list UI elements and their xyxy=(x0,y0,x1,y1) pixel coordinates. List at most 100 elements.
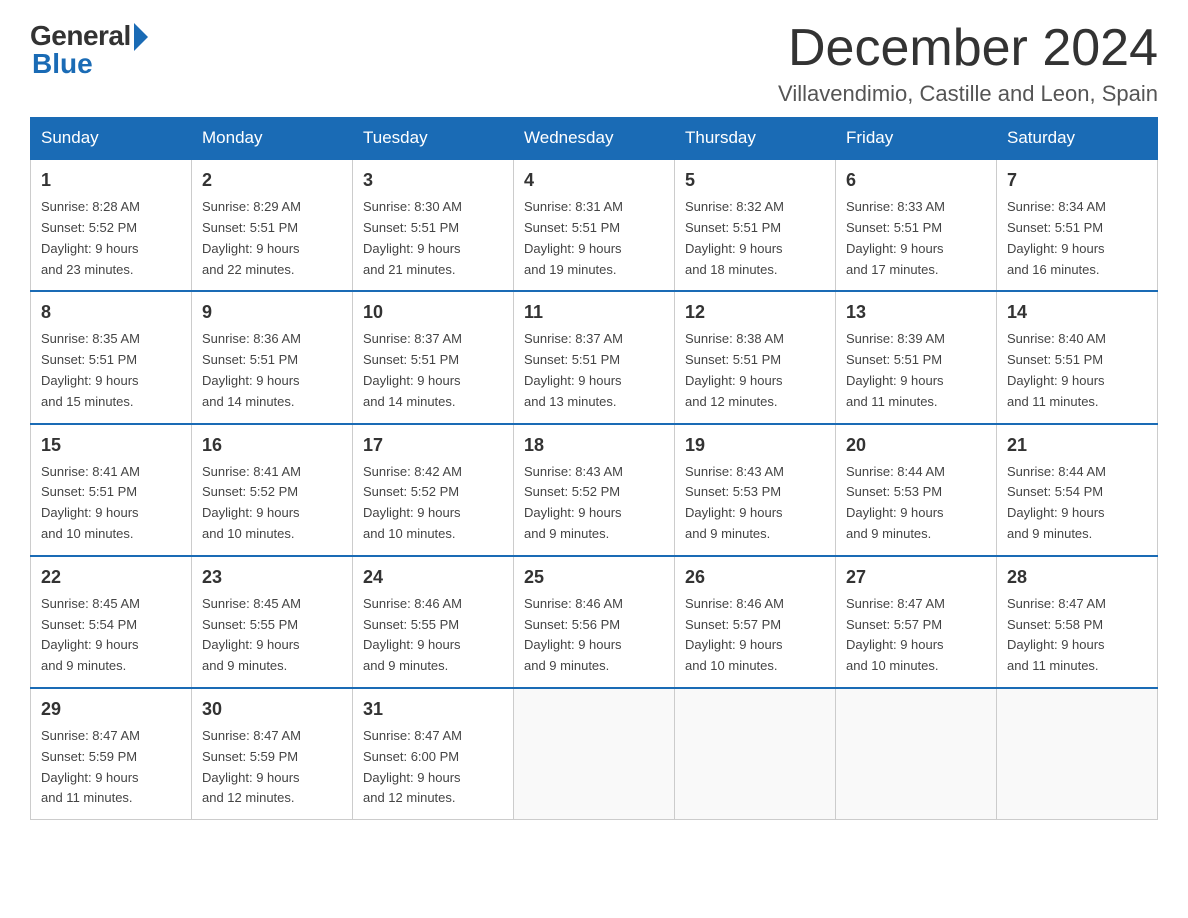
calendar-cell xyxy=(514,688,675,820)
calendar-cell: 3 Sunrise: 8:30 AMSunset: 5:51 PMDayligh… xyxy=(353,159,514,291)
calendar-cell: 12 Sunrise: 8:38 AMSunset: 5:51 PMDaylig… xyxy=(675,291,836,423)
day-info: Sunrise: 8:41 AMSunset: 5:51 PMDaylight:… xyxy=(41,464,140,541)
calendar-cell: 24 Sunrise: 8:46 AMSunset: 5:55 PMDaylig… xyxy=(353,556,514,688)
day-info: Sunrise: 8:47 AMSunset: 5:59 PMDaylight:… xyxy=(202,728,301,805)
day-number: 8 xyxy=(41,299,181,326)
day-number: 6 xyxy=(846,167,986,194)
calendar-cell: 20 Sunrise: 8:44 AMSunset: 5:53 PMDaylig… xyxy=(836,424,997,556)
day-number: 14 xyxy=(1007,299,1147,326)
day-number: 11 xyxy=(524,299,664,326)
day-info: Sunrise: 8:40 AMSunset: 5:51 PMDaylight:… xyxy=(1007,331,1106,408)
calendar-cell xyxy=(997,688,1158,820)
day-number: 19 xyxy=(685,432,825,459)
day-info: Sunrise: 8:39 AMSunset: 5:51 PMDaylight:… xyxy=(846,331,945,408)
calendar-cell: 1 Sunrise: 8:28 AMSunset: 5:52 PMDayligh… xyxy=(31,159,192,291)
day-number: 12 xyxy=(685,299,825,326)
day-info: Sunrise: 8:44 AMSunset: 5:54 PMDaylight:… xyxy=(1007,464,1106,541)
calendar-week-row: 15 Sunrise: 8:41 AMSunset: 5:51 PMDaylig… xyxy=(31,424,1158,556)
calendar-cell: 28 Sunrise: 8:47 AMSunset: 5:58 PMDaylig… xyxy=(997,556,1158,688)
day-number: 16 xyxy=(202,432,342,459)
day-number: 7 xyxy=(1007,167,1147,194)
day-info: Sunrise: 8:29 AMSunset: 5:51 PMDaylight:… xyxy=(202,199,301,276)
calendar-cell: 9 Sunrise: 8:36 AMSunset: 5:51 PMDayligh… xyxy=(192,291,353,423)
calendar-cell: 7 Sunrise: 8:34 AMSunset: 5:51 PMDayligh… xyxy=(997,159,1158,291)
day-number: 10 xyxy=(363,299,503,326)
day-number: 31 xyxy=(363,696,503,723)
calendar-cell: 25 Sunrise: 8:46 AMSunset: 5:56 PMDaylig… xyxy=(514,556,675,688)
calendar-cell: 15 Sunrise: 8:41 AMSunset: 5:51 PMDaylig… xyxy=(31,424,192,556)
day-info: Sunrise: 8:47 AMSunset: 5:58 PMDaylight:… xyxy=(1007,596,1106,673)
day-info: Sunrise: 8:42 AMSunset: 5:52 PMDaylight:… xyxy=(363,464,462,541)
day-number: 29 xyxy=(41,696,181,723)
weekday-header-sunday: Sunday xyxy=(31,118,192,160)
calendar-cell: 11 Sunrise: 8:37 AMSunset: 5:51 PMDaylig… xyxy=(514,291,675,423)
day-info: Sunrise: 8:31 AMSunset: 5:51 PMDaylight:… xyxy=(524,199,623,276)
day-info: Sunrise: 8:47 AMSunset: 5:57 PMDaylight:… xyxy=(846,596,945,673)
calendar-cell: 6 Sunrise: 8:33 AMSunset: 5:51 PMDayligh… xyxy=(836,159,997,291)
calendar-cell: 17 Sunrise: 8:42 AMSunset: 5:52 PMDaylig… xyxy=(353,424,514,556)
day-info: Sunrise: 8:34 AMSunset: 5:51 PMDaylight:… xyxy=(1007,199,1106,276)
calendar-cell xyxy=(836,688,997,820)
calendar-cell: 23 Sunrise: 8:45 AMSunset: 5:55 PMDaylig… xyxy=(192,556,353,688)
day-number: 23 xyxy=(202,564,342,591)
calendar-cell xyxy=(675,688,836,820)
day-info: Sunrise: 8:41 AMSunset: 5:52 PMDaylight:… xyxy=(202,464,301,541)
day-info: Sunrise: 8:43 AMSunset: 5:52 PMDaylight:… xyxy=(524,464,623,541)
day-info: Sunrise: 8:32 AMSunset: 5:51 PMDaylight:… xyxy=(685,199,784,276)
day-number: 9 xyxy=(202,299,342,326)
calendar-cell: 4 Sunrise: 8:31 AMSunset: 5:51 PMDayligh… xyxy=(514,159,675,291)
day-number: 28 xyxy=(1007,564,1147,591)
calendar-week-row: 8 Sunrise: 8:35 AMSunset: 5:51 PMDayligh… xyxy=(31,291,1158,423)
month-title: December 2024 xyxy=(778,20,1158,77)
calendar-cell: 26 Sunrise: 8:46 AMSunset: 5:57 PMDaylig… xyxy=(675,556,836,688)
day-number: 1 xyxy=(41,167,181,194)
day-info: Sunrise: 8:30 AMSunset: 5:51 PMDaylight:… xyxy=(363,199,462,276)
day-info: Sunrise: 8:37 AMSunset: 5:51 PMDaylight:… xyxy=(363,331,462,408)
day-info: Sunrise: 8:38 AMSunset: 5:51 PMDaylight:… xyxy=(685,331,784,408)
day-number: 30 xyxy=(202,696,342,723)
day-info: Sunrise: 8:28 AMSunset: 5:52 PMDaylight:… xyxy=(41,199,140,276)
day-number: 24 xyxy=(363,564,503,591)
weekday-header-row: SundayMondayTuesdayWednesdayThursdayFrid… xyxy=(31,118,1158,160)
calendar-cell: 21 Sunrise: 8:44 AMSunset: 5:54 PMDaylig… xyxy=(997,424,1158,556)
day-info: Sunrise: 8:37 AMSunset: 5:51 PMDaylight:… xyxy=(524,331,623,408)
day-number: 15 xyxy=(41,432,181,459)
calendar-cell: 27 Sunrise: 8:47 AMSunset: 5:57 PMDaylig… xyxy=(836,556,997,688)
logo-blue-text: Blue xyxy=(32,48,93,80)
calendar-cell: 31 Sunrise: 8:47 AMSunset: 6:00 PMDaylig… xyxy=(353,688,514,820)
day-number: 27 xyxy=(846,564,986,591)
day-number: 5 xyxy=(685,167,825,194)
title-block: December 2024 Villavendimio, Castille an… xyxy=(778,20,1158,107)
calendar-cell: 16 Sunrise: 8:41 AMSunset: 5:52 PMDaylig… xyxy=(192,424,353,556)
weekday-header-wednesday: Wednesday xyxy=(514,118,675,160)
calendar-cell: 22 Sunrise: 8:45 AMSunset: 5:54 PMDaylig… xyxy=(31,556,192,688)
calendar-week-row: 22 Sunrise: 8:45 AMSunset: 5:54 PMDaylig… xyxy=(31,556,1158,688)
calendar-cell: 18 Sunrise: 8:43 AMSunset: 5:52 PMDaylig… xyxy=(514,424,675,556)
day-info: Sunrise: 8:47 AMSunset: 5:59 PMDaylight:… xyxy=(41,728,140,805)
weekday-header-tuesday: Tuesday xyxy=(353,118,514,160)
weekday-header-thursday: Thursday xyxy=(675,118,836,160)
weekday-header-saturday: Saturday xyxy=(997,118,1158,160)
day-number: 3 xyxy=(363,167,503,194)
day-info: Sunrise: 8:44 AMSunset: 5:53 PMDaylight:… xyxy=(846,464,945,541)
page-header: General Blue December 2024 Villavendimio… xyxy=(30,20,1158,107)
logo: General Blue xyxy=(30,20,148,80)
day-number: 18 xyxy=(524,432,664,459)
calendar-cell: 2 Sunrise: 8:29 AMSunset: 5:51 PMDayligh… xyxy=(192,159,353,291)
calendar-cell: 19 Sunrise: 8:43 AMSunset: 5:53 PMDaylig… xyxy=(675,424,836,556)
day-info: Sunrise: 8:46 AMSunset: 5:55 PMDaylight:… xyxy=(363,596,462,673)
calendar-cell: 14 Sunrise: 8:40 AMSunset: 5:51 PMDaylig… xyxy=(997,291,1158,423)
day-info: Sunrise: 8:35 AMSunset: 5:51 PMDaylight:… xyxy=(41,331,140,408)
day-number: 13 xyxy=(846,299,986,326)
calendar-cell: 30 Sunrise: 8:47 AMSunset: 5:59 PMDaylig… xyxy=(192,688,353,820)
calendar-cell: 29 Sunrise: 8:47 AMSunset: 5:59 PMDaylig… xyxy=(31,688,192,820)
day-number: 25 xyxy=(524,564,664,591)
calendar-cell: 5 Sunrise: 8:32 AMSunset: 5:51 PMDayligh… xyxy=(675,159,836,291)
calendar-week-row: 1 Sunrise: 8:28 AMSunset: 5:52 PMDayligh… xyxy=(31,159,1158,291)
day-number: 22 xyxy=(41,564,181,591)
day-info: Sunrise: 8:45 AMSunset: 5:54 PMDaylight:… xyxy=(41,596,140,673)
day-info: Sunrise: 8:36 AMSunset: 5:51 PMDaylight:… xyxy=(202,331,301,408)
day-info: Sunrise: 8:45 AMSunset: 5:55 PMDaylight:… xyxy=(202,596,301,673)
day-info: Sunrise: 8:33 AMSunset: 5:51 PMDaylight:… xyxy=(846,199,945,276)
calendar-cell: 13 Sunrise: 8:39 AMSunset: 5:51 PMDaylig… xyxy=(836,291,997,423)
